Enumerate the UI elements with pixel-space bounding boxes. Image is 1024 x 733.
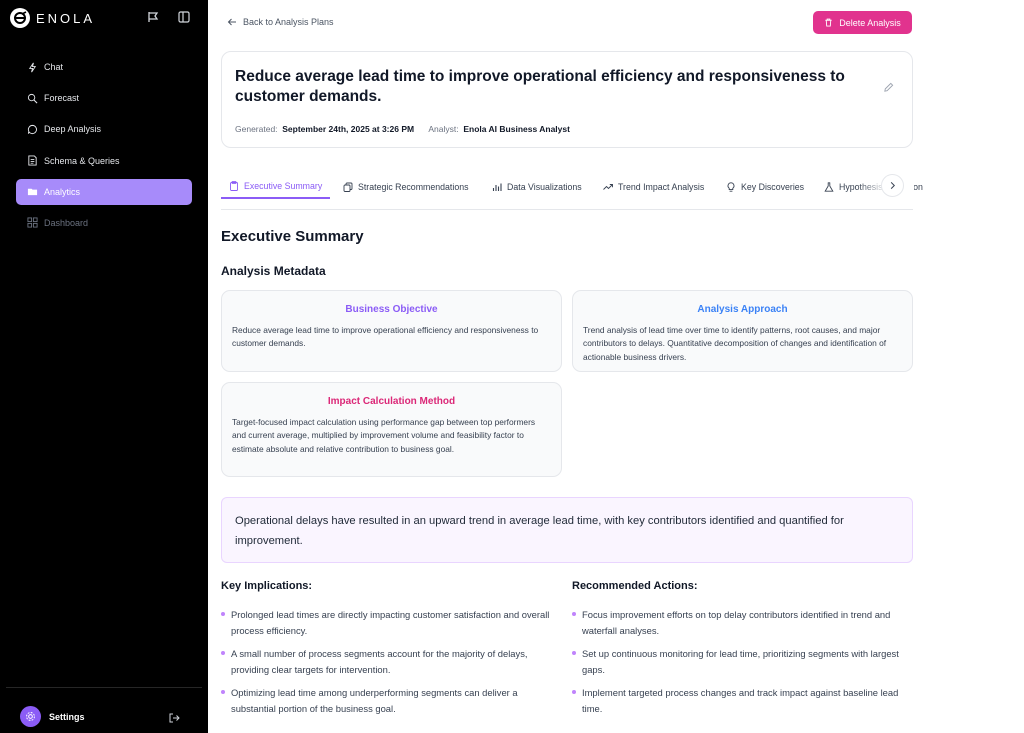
business-objective-card: Business Objective Reduce average lead t… <box>221 290 562 372</box>
list-item: Optimizing lead time among underperformi… <box>221 685 561 717</box>
sidebar-item-label: Forecast <box>44 93 80 104</box>
analysis-header-card: Reduce average lead time to improve oper… <box>221 51 913 148</box>
tab-key-discoveries[interactable]: Key Discoveries <box>726 174 804 199</box>
trash-icon <box>825 18 832 27</box>
bar-chart-icon <box>492 183 502 191</box>
back-link-label: Back to Analysis Plans <box>243 17 334 27</box>
card-body: Target-focused impact calculation using … <box>232 417 536 454</box>
card-body: Reduce average lead time to improve oper… <box>232 325 539 349</box>
sidebar-item-forecast[interactable]: Forecast <box>16 85 192 111</box>
flask-icon <box>824 181 834 192</box>
tab-label: Trend Impact Analysis <box>618 181 705 192</box>
edit-pencil-icon[interactable] <box>883 80 894 92</box>
executive-summary-heading: Executive Summary <box>221 228 364 245</box>
analysis-meta: Generated: September 24th, 2025 at 3:26 … <box>235 124 570 134</box>
sidebar-nav: Chat Forecast Deep Analysis Schema & Que… <box>16 54 192 241</box>
delete-button-label: Delete Analysis <box>839 17 901 28</box>
tab-label: Executive Summary <box>244 180 323 191</box>
sidebar-item-dashboard[interactable]: Dashboard <box>16 210 192 236</box>
sidebar-item-label: Dashboard <box>44 217 89 228</box>
tab-strategic-recommendations[interactable]: Strategic Recommendations <box>343 174 469 199</box>
card-title: Impact Calculation Method <box>327 396 456 407</box>
clipboard-icon <box>230 180 238 191</box>
tab-executive-summary[interactable]: Executive Summary <box>221 174 331 199</box>
search-chart-icon <box>26 92 38 104</box>
card-title: Business Objective <box>345 304 438 315</box>
grid-icon <box>26 217 38 229</box>
logout-icon[interactable] <box>168 711 180 723</box>
sidebar-item-deep-analysis[interactable]: Deep Analysis <box>16 116 192 142</box>
generated-value: September 24th, 2025 at 3:26 PM <box>282 124 415 134</box>
list-item: Set up continuous monitoring for lead ti… <box>572 646 912 678</box>
copy-icon <box>343 182 353 192</box>
main-content: Back to Analysis Plans Delete Analysis R… <box>208 0 1024 733</box>
logo-icon <box>10 8 30 28</box>
analysis-approach-card: Analysis Approach Trend analysis of lead… <box>572 290 913 372</box>
analysis-metadata-heading: Analysis Metadata <box>221 264 326 278</box>
recommended-actions-heading: Recommended Actions: <box>572 580 698 592</box>
sidebar-item-label: Analytics <box>44 186 81 197</box>
tabs-scroll-right-button[interactable] <box>881 174 904 197</box>
sidebar-item-schema-queries[interactable]: Schema & Queries <box>16 148 192 174</box>
folder-icon <box>26 186 38 198</box>
flag-icon[interactable] <box>146 10 160 24</box>
settings-gear-icon[interactable] <box>20 706 41 727</box>
analyst-value: Enola AI Business Analyst <box>463 124 570 134</box>
bolt-icon <box>26 61 38 73</box>
sidebar-item-chat[interactable]: Chat <box>16 54 192 80</box>
list-item: Implement targeted process changes and t… <box>572 685 912 717</box>
summary-text: Operational delays have resulted in an u… <box>235 515 844 547</box>
tab-label: Strategic Recommendations <box>358 181 469 192</box>
card-body: Trend analysis of lead time over time to… <box>583 325 887 362</box>
lightbulb-icon <box>727 181 735 192</box>
sidebar: ENOLA Chat Forecast Deep Analysis Schema… <box>0 0 208 733</box>
impact-calculation-method-card: Impact Calculation Method Target-focused… <box>221 382 562 477</box>
list-item: A small number of process segments accou… <box>221 646 561 678</box>
document-list-icon <box>26 155 38 167</box>
analyst-label: Analyst: <box>428 124 459 134</box>
sidebar-item-label: Schema & Queries <box>44 155 120 166</box>
key-implications-heading: Key Implications: <box>221 580 313 592</box>
brand-name: ENOLA <box>36 10 96 26</box>
key-implications-list: Prolonged lead times are directly impact… <box>221 607 561 724</box>
tab-trend-impact-analysis[interactable]: Trend Impact Analysis <box>603 174 704 199</box>
brand[interactable]: ENOLA <box>10 8 95 28</box>
sidebar-item-label: Deep Analysis <box>44 124 102 135</box>
list-item: Prolonged lead times are directly impact… <box>221 607 561 639</box>
card-title: Analysis Approach <box>697 304 788 315</box>
analysis-tabs: Executive Summary Strategic Recommendati… <box>221 174 923 210</box>
recommended-actions-list: Focus improvement efforts on top delay c… <box>572 607 912 724</box>
chat-bubble-icon <box>26 123 38 135</box>
chevron-right-icon <box>890 181 896 190</box>
tab-label: Key Discoveries <box>741 181 805 192</box>
tab-label: Data Visualizations <box>507 181 582 192</box>
back-to-analysis-plans-link[interactable]: Back to Analysis Plans <box>227 17 334 27</box>
tab-data-visualizations[interactable]: Data Visualizations <box>492 174 582 199</box>
summary-callout: Operational delays have resulted in an u… <box>221 497 913 563</box>
list-item: Focus improvement efforts on top delay c… <box>572 607 912 639</box>
collapse-sidebar-icon[interactable] <box>177 10 191 24</box>
sidebar-item-analytics[interactable]: Analytics <box>16 178 192 205</box>
arrow-left-icon <box>227 18 236 26</box>
generated-label: Generated: <box>235 124 278 134</box>
settings-link[interactable]: Settings <box>49 712 85 722</box>
analysis-title: Reduce average lead time to improve oper… <box>235 68 845 105</box>
trending-up-icon <box>603 183 613 190</box>
sidebar-footer: Settings <box>6 687 202 733</box>
sidebar-item-label: Chat <box>44 62 64 72</box>
delete-analysis-button[interactable]: Delete Analysis <box>813 11 912 34</box>
